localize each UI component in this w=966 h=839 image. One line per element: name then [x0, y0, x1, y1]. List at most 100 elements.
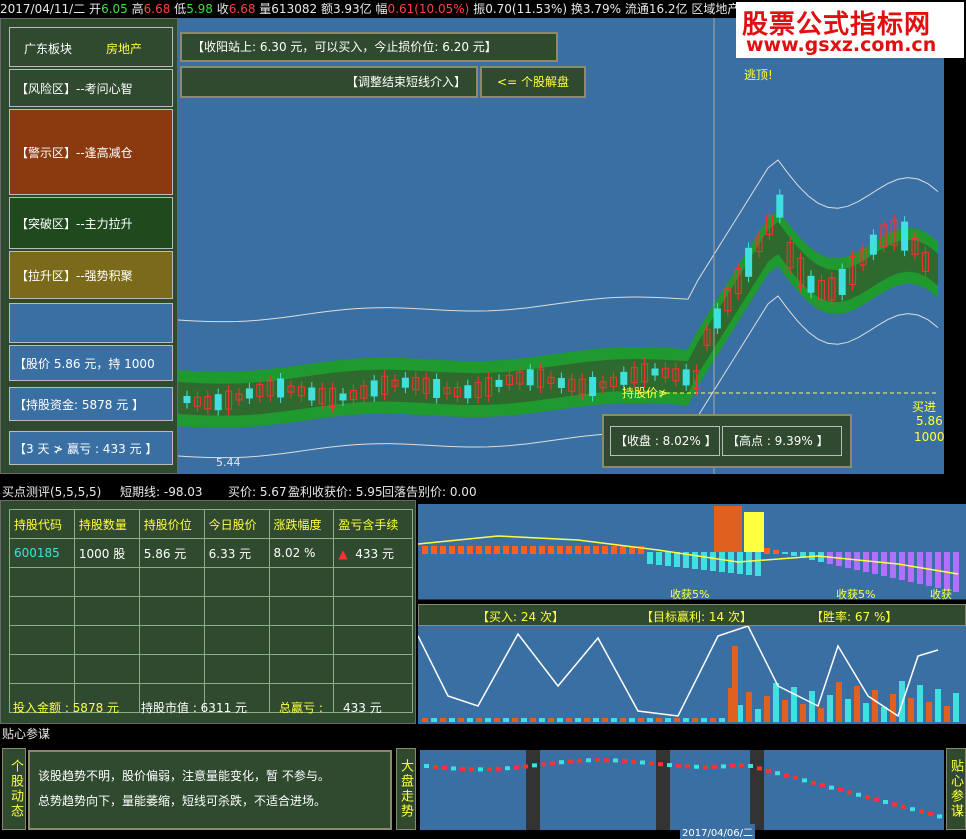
- indicator-bar: [845, 552, 851, 568]
- zone-rally[interactable]: 【拉升区】--强势积聚: [9, 251, 173, 299]
- funds-text: 【持股资金: 5878 元 】: [14, 398, 145, 412]
- target-count: 【目标赢利: 14 次】: [641, 610, 752, 624]
- buy-qty: 1000: [914, 430, 945, 444]
- market-candle: [919, 809, 924, 814]
- candle-body: [745, 247, 753, 277]
- zone-rally-label: 【拉升区】--强势积聚: [16, 269, 133, 283]
- comment-line-2: 总势趋势向下，量能萎缩，短线可杀跌，不适合进场。: [38, 794, 327, 808]
- eval-title: 买点测评(5,5,5,5): [2, 485, 102, 499]
- volume-bar: [701, 718, 707, 722]
- stock-dynamics-panel: 个股动态 该股趋势不明，股价偏弱，注意量能变化，暂 不参与。 总势趋势向下，量能…: [0, 744, 416, 836]
- up-arrow-icon: ▲: [338, 546, 348, 561]
- market-candle: [784, 773, 789, 778]
- volume-bar: [557, 718, 563, 722]
- indicator-bar: [602, 546, 608, 554]
- indicator-bar: [665, 552, 671, 566]
- volume-bar: [872, 690, 878, 722]
- volume-bar: [539, 718, 545, 722]
- volume-bar: [674, 718, 680, 722]
- volume-bar: [440, 718, 446, 722]
- market-candle: [550, 761, 555, 766]
- market-candle: [523, 764, 528, 769]
- high-label: 高: [131, 2, 144, 16]
- market-candle: [937, 814, 942, 819]
- days-pl-box: 【3 天 ≯ 赢亏 : 433 元 】: [9, 431, 173, 465]
- market-candle: [577, 758, 582, 763]
- quote-date: 2017/04/11/二: [0, 2, 86, 16]
- high-pct-text: 【高点 : 9.39% 】: [727, 434, 829, 448]
- volume-bar: [620, 718, 626, 722]
- market-candle: [451, 766, 456, 771]
- holdings-table: 持股代码 持股数量 持股价位 今日股价 涨跌幅度 盈亏含手续 600185 10…: [9, 509, 413, 713]
- table-row: [9, 596, 413, 626]
- volume-bar: [593, 718, 599, 722]
- stock-analysis-text: <= 个股解盘: [497, 75, 569, 89]
- indicator-bar: [872, 552, 878, 574]
- indicator-bar: [431, 546, 437, 554]
- main-candlestick-chart[interactable]: 【收阳站上: 6.30 元，可以买入，今止损价位: 6.20 元】 【调整结束短…: [178, 18, 945, 474]
- eval-profit-price: 盈利收获价: 5.95: [288, 485, 383, 499]
- market-candle: [631, 759, 636, 764]
- profit-label-2: 收获5%: [836, 588, 876, 601]
- indicator-chart[interactable]: 收获5% 收获5% 收获5%: [418, 504, 966, 615]
- market-candle: [721, 764, 726, 769]
- volume-bar: [926, 702, 932, 722]
- funds-box: 【持股资金: 5878 元 】: [9, 387, 173, 421]
- candle-body: [557, 377, 565, 388]
- change-value: 0.61(10.05%): [387, 2, 470, 16]
- candle-body: [401, 377, 409, 388]
- table-row[interactable]: 600185 1000 股 5.86 元 6.33 元 8.02 % ▲ 433…: [9, 538, 413, 568]
- region-value: 区域地产: [691, 2, 740, 16]
- indicator-spike: [714, 506, 742, 552]
- eval-bar: 买点测评(5,5,5,5) 短期线: -98.03 买价: 5.67 盈利收获价…: [0, 484, 966, 500]
- zone-risk[interactable]: 【风险区】--考问心智: [9, 69, 173, 107]
- candle-body: [589, 377, 597, 397]
- zone-warning[interactable]: 【警示区】--逢高减仓: [9, 109, 173, 195]
- market-candle: [460, 766, 465, 771]
- zone-breakout-label: 【突破区】--主力拉升: [16, 217, 133, 231]
- total-pl-label: 总赢亏 :: [279, 701, 323, 715]
- cell-pl-value: 433 元: [355, 546, 394, 561]
- candle-body: [308, 387, 316, 401]
- cell-qty: 1000 股: [73, 538, 140, 568]
- eval-short-line: 短期线: -98.03: [120, 485, 203, 499]
- buy-price: 5.86: [916, 414, 943, 428]
- candle-body: [214, 394, 222, 411]
- volume-bar: [881, 707, 887, 722]
- indicator-bar: [575, 546, 581, 554]
- volume-bar: [899, 681, 905, 722]
- volume-chart[interactable]: [418, 626, 966, 724]
- volume-bar: [800, 704, 806, 722]
- market-trend-panel[interactable]: 贴心参谋 2017/04/06/二: [418, 744, 966, 839]
- holdings-table-wrap: 持股代码 持股数量 持股价位 今日股价 涨跌幅度 盈亏含手续 600185 10…: [9, 509, 413, 713]
- market-candle: [766, 768, 771, 773]
- col-pl: 盈亏含手续: [333, 509, 413, 539]
- indicator-bar: [674, 552, 680, 567]
- signal-box: 【收阳站上: 6.30 元，可以买入，今止损价位: 6.20 元】: [180, 32, 558, 62]
- close-value: 6.68: [228, 2, 256, 16]
- market-candle: [559, 760, 564, 765]
- volume-bar: [647, 718, 653, 722]
- indicator-bar: [494, 546, 500, 554]
- market-candle: [928, 812, 933, 816]
- hold-price-label: 持股价≯: [622, 386, 669, 400]
- volume-bar: [683, 718, 689, 722]
- indicator-bar: [503, 546, 509, 554]
- candle-body: [277, 378, 285, 398]
- market-trend-svg: [420, 750, 944, 830]
- market-candle: [469, 767, 474, 772]
- zone-breakout[interactable]: 【突破区】--主力拉升: [9, 197, 173, 249]
- change-label: 幅: [375, 2, 388, 16]
- left-info-panel: 广东板块 房地产 【风险区】--考问心智 【警示区】--逢高减仓 【突破区】--…: [0, 18, 178, 474]
- comment-box: 该股趋势不明，股价偏弱，注意量能变化，暂 不参与。 总势趋势向下，量能萎缩，短线…: [28, 750, 392, 830]
- volume-bar: [638, 718, 644, 722]
- high-pct-box: 【高点 : 9.39% 】: [722, 426, 842, 456]
- sector-value: 房地产: [106, 42, 143, 56]
- stock-analysis-link[interactable]: <= 个股解盘: [480, 66, 586, 98]
- candle-body: [651, 368, 659, 376]
- blank-box: [9, 303, 173, 343]
- indicator-bar: [773, 550, 779, 554]
- volume-bar: [530, 718, 536, 722]
- zone-warning-label: 【警示区】--逢高减仓: [16, 146, 133, 160]
- indicator-bar: [449, 546, 455, 554]
